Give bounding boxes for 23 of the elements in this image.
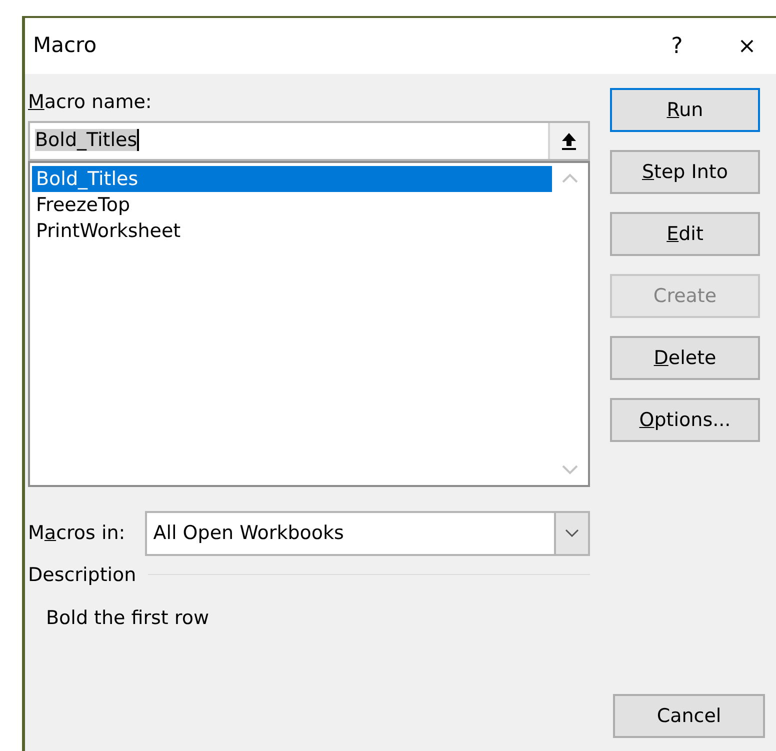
help-button[interactable]: ? <box>642 30 712 62</box>
macro-name-field[interactable]: Bold_Titles <box>28 120 590 160</box>
macros-in-dropdown[interactable]: All Open Workbooks <box>145 510 590 556</box>
list-item[interactable]: FreezeTop <box>32 192 552 218</box>
collapse-button[interactable] <box>548 122 588 158</box>
field-label: Macros in: <box>28 521 126 546</box>
cancel-button[interactable]: Cancel <box>613 694 765 738</box>
description-text: Bold the first row <box>46 606 209 630</box>
dropdown-chevron-icon <box>565 529 579 537</box>
section-heading: Description <box>28 562 136 588</box>
window-title: Macro <box>33 32 98 60</box>
field-label: Macro name: <box>28 90 152 115</box>
scroll-down-icon[interactable] <box>562 464 578 474</box>
dialog-button[interactable]: Options... <box>610 398 760 442</box>
list-item[interactable]: PrintWorksheet <box>32 218 552 244</box>
up-arrow-icon <box>561 132 577 150</box>
list-item[interactable]: Bold_Titles <box>32 166 552 192</box>
dialog-button[interactable]: Edit <box>610 212 760 256</box>
close-button[interactable]: × <box>712 30 776 62</box>
scroll-up-icon[interactable] <box>562 172 578 182</box>
dialog-button[interactable]: Delete <box>610 336 760 380</box>
dialog-button[interactable]: Step Into <box>610 150 760 194</box>
dialog-button[interactable]: Run <box>610 88 760 132</box>
